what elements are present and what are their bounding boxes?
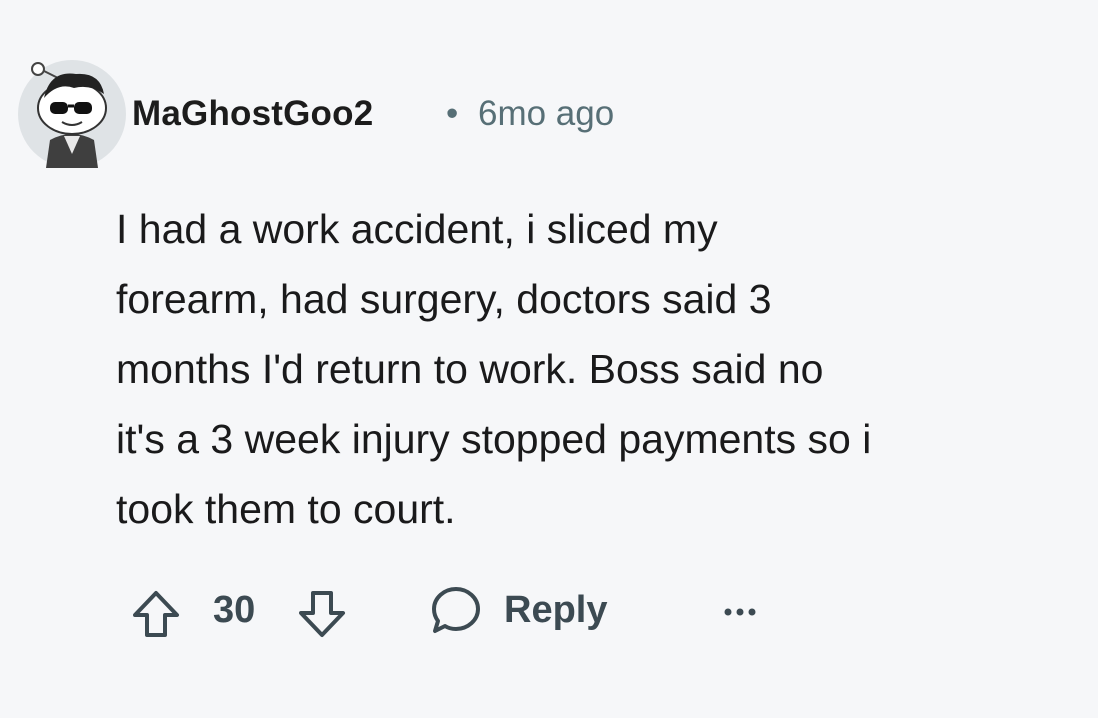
- separator-dot: •: [446, 94, 459, 133]
- speech-bubble-icon: [432, 587, 480, 633]
- comment-actions: 30 Reply: [126, 578, 806, 642]
- comment-body-line: I had a work accident, i sliced my: [116, 206, 718, 252]
- vote-score: 30: [213, 589, 256, 631]
- ellipsis-icon: [724, 608, 756, 616]
- reply-button[interactable]: Reply: [428, 582, 607, 638]
- comment-body-line: took them to court.: [116, 486, 456, 532]
- snoo-avatar-icon: [18, 60, 126, 168]
- timestamp[interactable]: 6mo ago: [478, 92, 614, 136]
- comment-body-line: forearm, had surgery, doctors said 3: [116, 276, 772, 322]
- comment-body-line: it's a 3 week injury stopped payments so…: [116, 416, 872, 462]
- comment-body: I had a work accident, i sliced my forea…: [116, 194, 1076, 544]
- reply-label: Reply: [504, 589, 608, 631]
- comment: MaGhostGoo2 • 6mo ago I had a work accid…: [0, 0, 1098, 718]
- upvote-button[interactable]: [130, 588, 182, 640]
- arrow-up-icon: [133, 591, 179, 637]
- downvote-button[interactable]: [296, 588, 348, 640]
- more-options-button[interactable]: [720, 592, 760, 632]
- comment-body-line: months I'd return to work. Boss said no: [116, 346, 824, 392]
- avatar[interactable]: [16, 58, 128, 168]
- author-name[interactable]: MaGhostGoo2: [132, 92, 373, 136]
- arrow-down-icon: [299, 591, 345, 637]
